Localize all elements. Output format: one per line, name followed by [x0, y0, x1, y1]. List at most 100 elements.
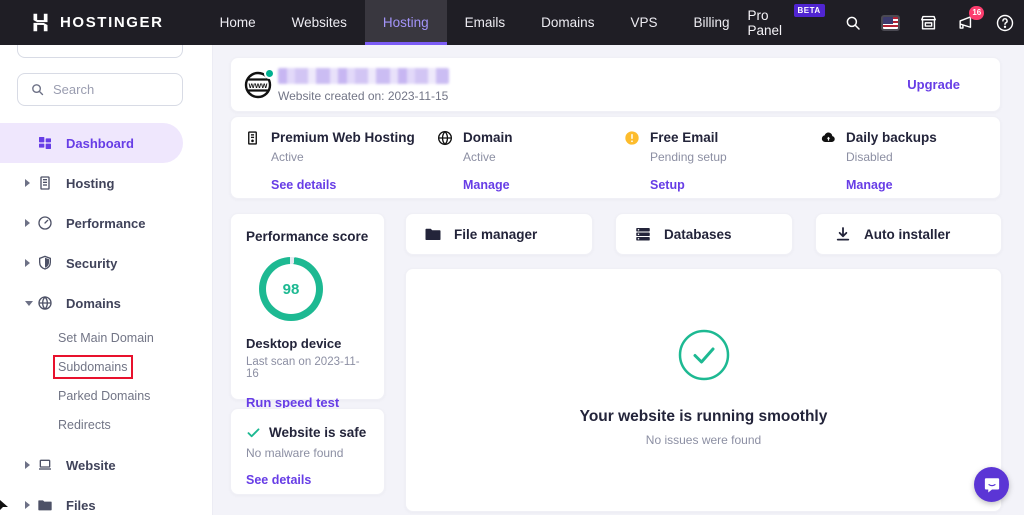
sidebar-subitem-subdomains[interactable]: Subdomains [0, 352, 212, 381]
performance-score-value: 98 [259, 257, 323, 321]
manage-backups-link[interactable]: Manage [846, 178, 937, 192]
hostinger-hpanel: HOSTINGER Home Websites Hosting Emails D… [0, 0, 1024, 515]
safety-title: Website is safe [269, 425, 366, 440]
notification-count-badge: 16 [969, 6, 984, 20]
chevron-right-icon [25, 501, 30, 509]
health-subtitle: No issues were found [406, 433, 1001, 447]
manage-domain-link[interactable]: Manage [463, 178, 513, 192]
chevron-down-icon [25, 301, 33, 306]
folder-icon [424, 225, 442, 243]
subitem-label: Redirects [58, 418, 111, 432]
service-name: Premium Web Hosting [271, 130, 415, 145]
folder-icon [37, 497, 54, 513]
cloud-icon [820, 130, 837, 146]
subitem-label: Set Main Domain [58, 331, 154, 345]
service-domain: Domain Active Manage [437, 130, 513, 192]
success-check-icon [678, 329, 730, 386]
performance-icon [37, 215, 54, 231]
hosting-icon [37, 175, 54, 191]
sidebar-item-website[interactable]: Website [0, 445, 212, 485]
megaphone-icon[interactable]: 16 [957, 13, 976, 33]
sidebar-item-label: Files [66, 498, 96, 513]
sidebar-subitem-parked-domains[interactable]: Parked Domains [0, 381, 212, 410]
help-icon[interactable] [995, 13, 1015, 33]
file-manager-label: File manager [454, 227, 537, 242]
sidebar-item-security[interactable]: Security [0, 243, 212, 283]
sidebar-item-label: Dashboard [66, 136, 134, 151]
nav-item-billing[interactable]: Billing [675, 0, 747, 45]
site-online-dot [264, 68, 275, 79]
performance-score-card: Performance score 98 Desktop device Last… [230, 213, 385, 400]
laptop-icon [37, 457, 54, 473]
performance-last-scan: Last scan on 2023-11-16 [246, 356, 369, 380]
check-icon [246, 425, 261, 440]
website-health-card: Your website is running smoothly No issu… [405, 268, 1002, 512]
performance-title: Performance score [246, 229, 369, 244]
live-chat-button[interactable] [974, 467, 1009, 502]
auto-installer-card[interactable]: Auto installer [815, 213, 1002, 255]
sidebar-item-performance[interactable]: Performance [0, 203, 212, 243]
chat-icon [983, 476, 1001, 494]
globe-icon [437, 130, 454, 146]
auto-installer-label: Auto installer [864, 227, 950, 242]
sidebar-item-domains[interactable]: Domains [0, 283, 212, 323]
chevron-right-icon [25, 259, 30, 267]
top-navbar: HOSTINGER Home Websites Hosting Emails D… [0, 0, 1024, 45]
nav-right-controls: Pro Panel BETA 16 [748, 0, 1024, 45]
hostinger-logo[interactable]: HOSTINGER [0, 0, 202, 45]
service-hosting: Premium Web Hosting Active See details [245, 130, 415, 192]
service-name: Domain [463, 130, 513, 145]
service-email: Free Email Pending setup Setup [624, 130, 727, 192]
sidebar-subitem-redirects[interactable]: Redirects [0, 410, 212, 439]
sidebar-item-hosting[interactable]: Hosting [0, 163, 212, 203]
sidebar-item-dashboard[interactable]: Dashboard [0, 123, 183, 163]
databases-card[interactable]: Databases [615, 213, 793, 255]
svg-text:www: www [248, 81, 268, 90]
search-icon[interactable] [844, 13, 862, 33]
nav-item-domains[interactable]: Domains [523, 0, 612, 45]
www-globe-icon: www [242, 69, 274, 101]
nav-item-home[interactable]: Home [202, 0, 274, 45]
server-icon [245, 130, 262, 146]
service-name: Free Email [650, 130, 718, 145]
website-selector-cutoff[interactable] [17, 45, 183, 58]
beta-badge: BETA [794, 4, 825, 17]
see-details-link[interactable]: See details [271, 178, 415, 192]
sidebar: Search Dashboard Hosting [0, 45, 213, 515]
service-status: Pending setup [650, 150, 727, 164]
nav-item-vps[interactable]: VPS [612, 0, 675, 45]
mouse-cursor [0, 497, 10, 515]
chevron-right-icon [25, 461, 30, 469]
subitem-label: Parked Domains [58, 389, 150, 403]
databases-label: Databases [664, 227, 732, 242]
pro-panel-link[interactable]: Pro Panel BETA [748, 8, 825, 38]
dashboard-icon [37, 135, 54, 151]
download-icon [834, 225, 852, 243]
sidebar-item-label: Website [66, 458, 116, 473]
us-flag-icon[interactable] [881, 15, 901, 31]
website-created-date: Website created on: 2023-11-15 [278, 89, 448, 103]
website-safety-card: Website is safe No malware found See det… [230, 408, 385, 495]
safety-see-details-link[interactable]: See details [246, 473, 369, 487]
nav-item-websites[interactable]: Websites [274, 0, 365, 45]
nav-item-hosting[interactable]: Hosting [365, 0, 447, 45]
file-manager-card[interactable]: File manager [405, 213, 593, 255]
nav-item-emails[interactable]: Emails [447, 0, 524, 45]
service-status: Disabled [846, 150, 937, 164]
sidebar-search-placeholder: Search [53, 82, 94, 97]
database-icon [634, 225, 652, 243]
upgrade-link[interactable]: Upgrade [907, 77, 960, 92]
performance-device: Desktop device [246, 336, 369, 351]
setup-email-link[interactable]: Setup [650, 178, 727, 192]
sidebar-item-label: Hosting [66, 176, 114, 191]
sidebar-search-input[interactable]: Search [17, 73, 183, 106]
sidebar-item-files[interactable]: Files [0, 485, 212, 515]
sidebar-menu: Dashboard Hosting Performance [0, 123, 212, 515]
redacted-domain-name [278, 68, 449, 84]
chevron-right-icon [25, 179, 30, 187]
warning-icon [624, 130, 641, 146]
store-icon[interactable] [919, 13, 938, 33]
pro-panel-label: Pro Panel [748, 8, 790, 38]
health-title: Your website is running smoothly [406, 408, 1001, 426]
sidebar-subitem-set-main-domain[interactable]: Set Main Domain [0, 323, 212, 352]
